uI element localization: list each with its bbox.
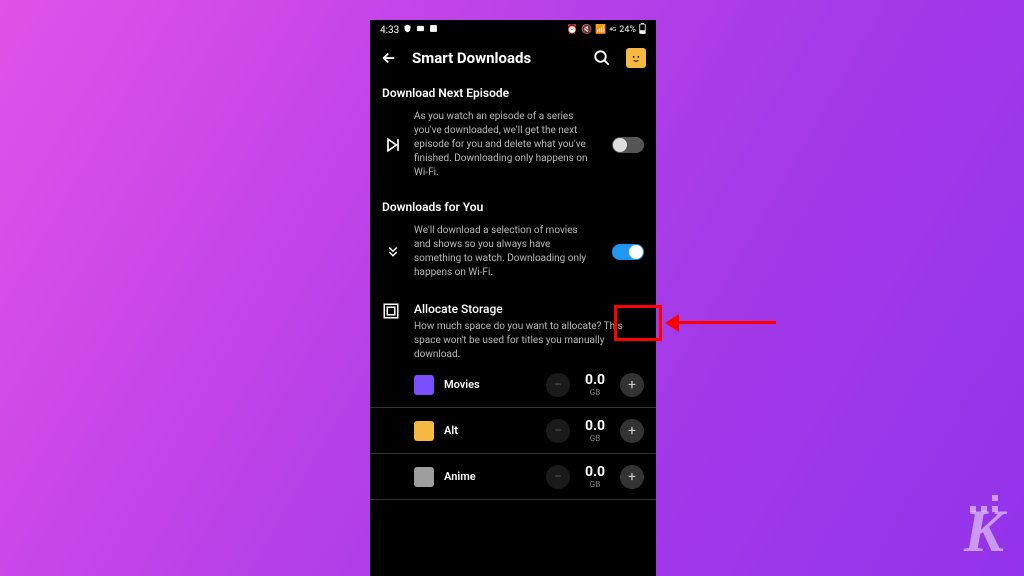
increase-storage-button[interactable]: + [620,373,644,397]
downloads-for-you-title: Downloads for You [382,200,644,214]
message-icon [416,24,425,36]
profile-avatar [414,467,434,487]
app-header: Smart Downloads [370,40,656,76]
annotation-arrow-shaft [678,321,776,324]
play-next-icon [382,135,404,155]
download-next-toggle[interactable] [612,137,644,153]
search-button[interactable] [592,48,612,68]
decrease-storage-button[interactable]: − [546,419,570,443]
shield-icon [403,24,412,36]
mute-icon: 🔇 [581,25,592,35]
increase-storage-button[interactable]: + [620,465,644,489]
image-icon [429,24,438,36]
downloads-for-you-toggle[interactable] [612,244,644,260]
battery-pct: 24% [619,25,636,35]
status-bar: 4:33 ⏰ 🔇 📶 ⁴ᴳ 24% [370,20,656,40]
download-icon [382,243,404,261]
download-next-row: As you watch an episode of a series you'… [382,110,644,180]
profile-name: Movies [444,378,536,391]
page-title: Smart Downloads [412,49,578,67]
profile-row: Alt − 0.0 GB + [370,408,656,454]
allocate-desc: How much space do you want to allocate? … [414,320,644,362]
download-next-section: Download Next Episode As you watch an ep… [370,76,656,190]
decrease-storage-button[interactable]: − [546,465,570,489]
profile-avatar [414,421,434,441]
allocate-storage-section: Allocate Storage How much space do you w… [370,302,656,362]
profile-name: Alt [444,424,536,437]
profile-avatar [414,375,434,395]
decrease-storage-button[interactable]: − [546,373,570,397]
alarm-icon: ⏰ [567,25,578,35]
increase-storage-button[interactable]: + [620,419,644,443]
signal-icon: ⁴ᴳ [609,26,616,35]
download-next-desc: As you watch an episode of a series you'… [414,110,602,180]
profile-name: Anime [444,470,536,483]
downloads-for-you-section: Downloads for You We'll download a selec… [370,190,656,290]
profile-row: Anime − 0.0 GB + [370,454,656,500]
toggle-knob [629,245,643,259]
storage-icon [382,302,404,323]
back-button[interactable] [380,49,398,67]
watermark-logo: K [964,497,1004,566]
phone-frame: 4:33 ⏰ 🔇 📶 ⁴ᴳ 24% Smart Downloads [370,20,656,576]
toggle-knob [613,138,627,152]
profile-row: Movies − 0.0 GB + [370,362,656,408]
storage-value: 0.0 GB [580,418,610,443]
downloads-for-you-row: We'll download a selection of movies and… [382,224,644,280]
wifi-icon: 📶 [595,25,606,35]
battery-icon [639,23,646,37]
status-time: 4:33 [380,25,399,36]
storage-value: 0.0 GB [580,372,610,397]
allocate-title: Allocate Storage [414,302,644,316]
annotation-arrow-head [665,314,679,332]
storage-value: 0.0 GB [580,464,610,489]
downloads-for-you-desc: We'll download a selection of movies and… [414,224,602,280]
download-next-title: Download Next Episode [382,86,644,100]
profile-button[interactable] [626,48,646,68]
